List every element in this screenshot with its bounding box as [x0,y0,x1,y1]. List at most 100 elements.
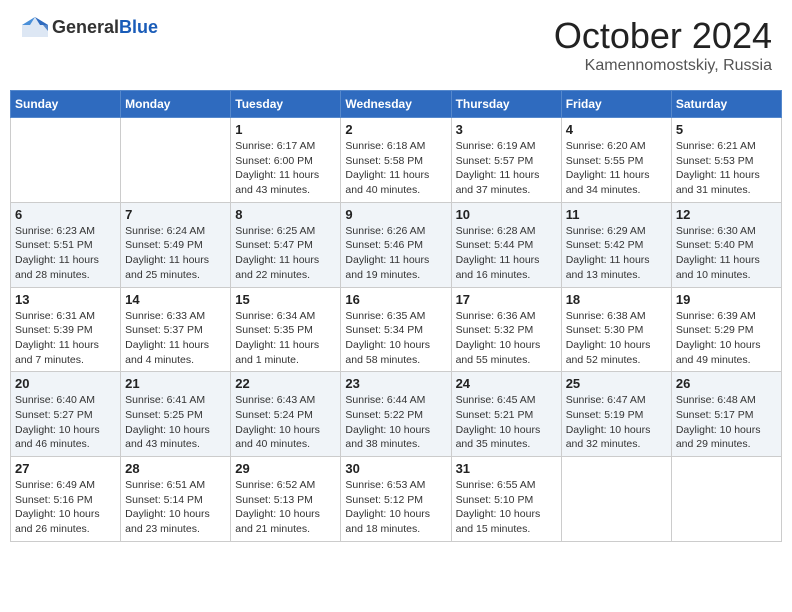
calendar-week-row: 20 Sunrise: 6:40 AM Sunset: 5:27 PM Dayli… [11,372,782,457]
table-row: 3 Sunrise: 6:19 AM Sunset: 5:57 PM Daylig… [451,118,561,203]
day-info: Sunrise: 6:51 AM Sunset: 5:14 PM Dayligh… [125,478,226,537]
calendar-week-row: 13 Sunrise: 6:31 AM Sunset: 5:39 PM Dayli… [11,287,782,372]
day-info: Sunrise: 6:35 AM Sunset: 5:34 PM Dayligh… [345,309,446,368]
table-row: 29 Sunrise: 6:52 AM Sunset: 5:13 PM Dayli… [231,457,341,542]
day-info: Sunrise: 6:41 AM Sunset: 5:25 PM Dayligh… [125,393,226,452]
day-number: 4 [566,122,667,137]
table-row: 5 Sunrise: 6:21 AM Sunset: 5:53 PM Daylig… [671,118,781,203]
day-number: 15 [235,292,336,307]
day-info: Sunrise: 6:24 AM Sunset: 5:49 PM Dayligh… [125,224,226,283]
calendar-header-row: Sunday Monday Tuesday Wednesday Thursday… [11,91,782,118]
table-row: 27 Sunrise: 6:49 AM Sunset: 5:16 PM Dayli… [11,457,121,542]
calendar-week-row: 1Sunrise: 6:17 AM Sunset: 6:00 PM Daylig… [11,118,782,203]
day-number: 31 [456,461,557,476]
day-number: 3 [456,122,557,137]
day-number: 8 [235,207,336,222]
header-tuesday: Tuesday [231,91,341,118]
logo: GeneralBlue [20,15,158,39]
day-number: 29 [235,461,336,476]
day-info: Sunrise: 6:30 AM Sunset: 5:40 PM Dayligh… [676,224,777,283]
day-number: 22 [235,376,336,391]
table-row: 28Sunrise: 6:51 AM Sunset: 5:14 PM Dayli… [121,457,231,542]
calendar-week-row: 6 Sunrise: 6:23 AM Sunset: 5:51 PM Daylig… [11,202,782,287]
table-row: 11 Sunrise: 6:29 AM Sunset: 5:42 PM Dayli… [561,202,671,287]
day-number: 9 [345,207,446,222]
day-info: Sunrise: 6:21 AM Sunset: 5:53 PM Dayligh… [676,139,777,198]
day-info: Sunrise: 6:53 AM Sunset: 5:12 PM Dayligh… [345,478,446,537]
day-info: Sunrise: 6:44 AM Sunset: 5:22 PM Dayligh… [345,393,446,452]
table-row [561,457,671,542]
calendar-table: Sunday Monday Tuesday Wednesday Thursday… [10,90,782,542]
day-number: 11 [566,207,667,222]
day-number: 5 [676,122,777,137]
location-title: Kamennomostskiy, Russia [554,57,772,75]
table-row: 15 Sunrise: 6:34 AM Sunset: 5:35 PM Dayli… [231,287,341,372]
day-number: 23 [345,376,446,391]
table-row: 13 Sunrise: 6:31 AM Sunset: 5:39 PM Dayli… [11,287,121,372]
day-info: Sunrise: 6:31 AM Sunset: 5:39 PM Dayligh… [15,309,116,368]
day-info: Sunrise: 6:23 AM Sunset: 5:51 PM Dayligh… [15,224,116,283]
header-thursday: Thursday [451,91,561,118]
day-info: Sunrise: 6:34 AM Sunset: 5:35 PM Dayligh… [235,309,336,368]
table-row: 25Sunrise: 6:47 AM Sunset: 5:19 PM Dayli… [561,372,671,457]
table-row: 30 Sunrise: 6:53 AM Sunset: 5:12 PM Dayli… [341,457,451,542]
day-info: Sunrise: 6:40 AM Sunset: 5:27 PM Dayligh… [15,393,116,452]
header-saturday: Saturday [671,91,781,118]
day-info: Sunrise: 6:28 AM Sunset: 5:44 PM Dayligh… [456,224,557,283]
header-friday: Friday [561,91,671,118]
day-info: Sunrise: 6:48 AM Sunset: 5:17 PM Dayligh… [676,393,777,452]
day-info: Sunrise: 6:55 AM Sunset: 5:10 PM Dayligh… [456,478,557,537]
header-wednesday: Wednesday [341,91,451,118]
day-info: Sunrise: 6:17 AM Sunset: 6:00 PM Dayligh… [235,139,336,198]
day-number: 6 [15,207,116,222]
table-row: 7 Sunrise: 6:24 AM Sunset: 5:49 PM Daylig… [121,202,231,287]
table-row: 14 Sunrise: 6:33 AM Sunset: 5:37 PM Dayli… [121,287,231,372]
table-row: 23 Sunrise: 6:44 AM Sunset: 5:22 PM Dayli… [341,372,451,457]
day-number: 19 [676,292,777,307]
day-info: Sunrise: 6:38 AM Sunset: 5:30 PM Dayligh… [566,309,667,368]
day-info: Sunrise: 6:33 AM Sunset: 5:37 PM Dayligh… [125,309,226,368]
day-number: 20 [15,376,116,391]
day-number: 30 [345,461,446,476]
header-sunday: Sunday [11,91,121,118]
table-row: 21 Sunrise: 6:41 AM Sunset: 5:25 PM Dayli… [121,372,231,457]
day-info: Sunrise: 6:19 AM Sunset: 5:57 PM Dayligh… [456,139,557,198]
table-row: 18Sunrise: 6:38 AM Sunset: 5:30 PM Dayli… [561,287,671,372]
table-row: 17Sunrise: 6:36 AM Sunset: 5:32 PM Dayli… [451,287,561,372]
table-row: 22Sunrise: 6:43 AM Sunset: 5:24 PM Dayli… [231,372,341,457]
day-info: Sunrise: 6:49 AM Sunset: 5:16 PM Dayligh… [15,478,116,537]
table-row: 1Sunrise: 6:17 AM Sunset: 6:00 PM Daylig… [231,118,341,203]
table-row: 19Sunrise: 6:39 AM Sunset: 5:29 PM Dayli… [671,287,781,372]
table-row: 12Sunrise: 6:30 AM Sunset: 5:40 PM Dayli… [671,202,781,287]
page-header: GeneralBlue October 2024 Kamennomostskiy… [10,10,782,80]
day-info: Sunrise: 6:20 AM Sunset: 5:55 PM Dayligh… [566,139,667,198]
day-info: Sunrise: 6:29 AM Sunset: 5:42 PM Dayligh… [566,224,667,283]
day-info: Sunrise: 6:25 AM Sunset: 5:47 PM Dayligh… [235,224,336,283]
day-info: Sunrise: 6:47 AM Sunset: 5:19 PM Dayligh… [566,393,667,452]
day-info: Sunrise: 6:18 AM Sunset: 5:58 PM Dayligh… [345,139,446,198]
day-number: 16 [345,292,446,307]
table-row: 4 Sunrise: 6:20 AM Sunset: 5:55 PM Daylig… [561,118,671,203]
day-number: 14 [125,292,226,307]
day-number: 2 [345,122,446,137]
month-title: October 2024 [554,15,772,57]
day-number: 7 [125,207,226,222]
logo-text: GeneralBlue [52,17,158,38]
table-row [671,457,781,542]
day-number: 26 [676,376,777,391]
table-row: 24Sunrise: 6:45 AM Sunset: 5:21 PM Dayli… [451,372,561,457]
day-number: 13 [15,292,116,307]
day-number: 27 [15,461,116,476]
logo-icon [20,15,50,39]
table-row: 2 Sunrise: 6:18 AM Sunset: 5:58 PM Daylig… [341,118,451,203]
table-row: 8 Sunrise: 6:25 AM Sunset: 5:47 PM Daylig… [231,202,341,287]
day-number: 21 [125,376,226,391]
table-row: 6 Sunrise: 6:23 AM Sunset: 5:51 PM Daylig… [11,202,121,287]
header-monday: Monday [121,91,231,118]
table-row: 31 Sunrise: 6:55 AM Sunset: 5:10 PM Dayli… [451,457,561,542]
title-block: October 2024 Kamennomostskiy, Russia [554,15,772,75]
table-row: 20 Sunrise: 6:40 AM Sunset: 5:27 PM Dayli… [11,372,121,457]
day-info: Sunrise: 6:52 AM Sunset: 5:13 PM Dayligh… [235,478,336,537]
day-info: Sunrise: 6:45 AM Sunset: 5:21 PM Dayligh… [456,393,557,452]
day-number: 10 [456,207,557,222]
